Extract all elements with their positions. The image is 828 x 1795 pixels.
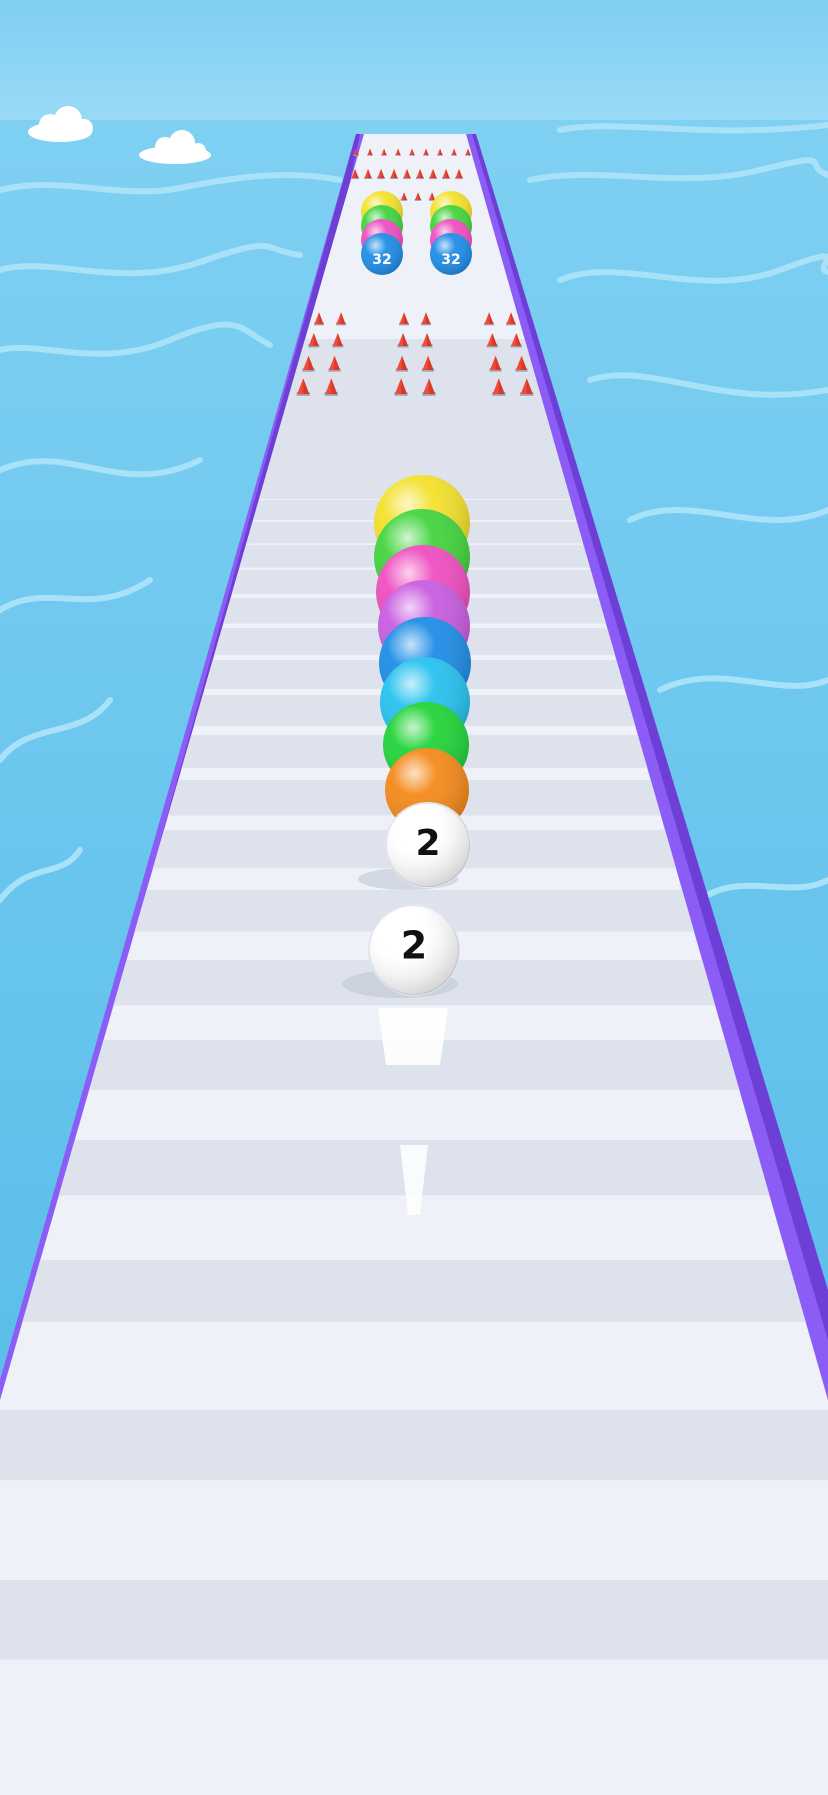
distant-stack: 32 — [361, 191, 403, 275]
lead-ball-label: 2 — [401, 924, 427, 968]
stack-ball-label: 2 — [415, 823, 440, 864]
trail-mark-near — [378, 1008, 448, 1065]
track-stripe — [282, 402, 547, 417]
distant-stack: 32 — [430, 191, 472, 275]
distant-stack-label: 32 — [372, 252, 391, 268]
track-stripe — [0, 1580, 828, 1660]
sky — [0, 0, 828, 140]
track-stripe — [0, 1410, 828, 1481]
track-stripe — [22, 1260, 806, 1322]
distant-stack-label: 32 — [441, 252, 460, 268]
track-stripe — [269, 445, 560, 463]
track-stripe — [274, 430, 556, 447]
track-stripe — [278, 415, 551, 431]
track-stripe — [286, 390, 544, 405]
game-scene: 3232 32842 2 — [0, 0, 828, 1795]
